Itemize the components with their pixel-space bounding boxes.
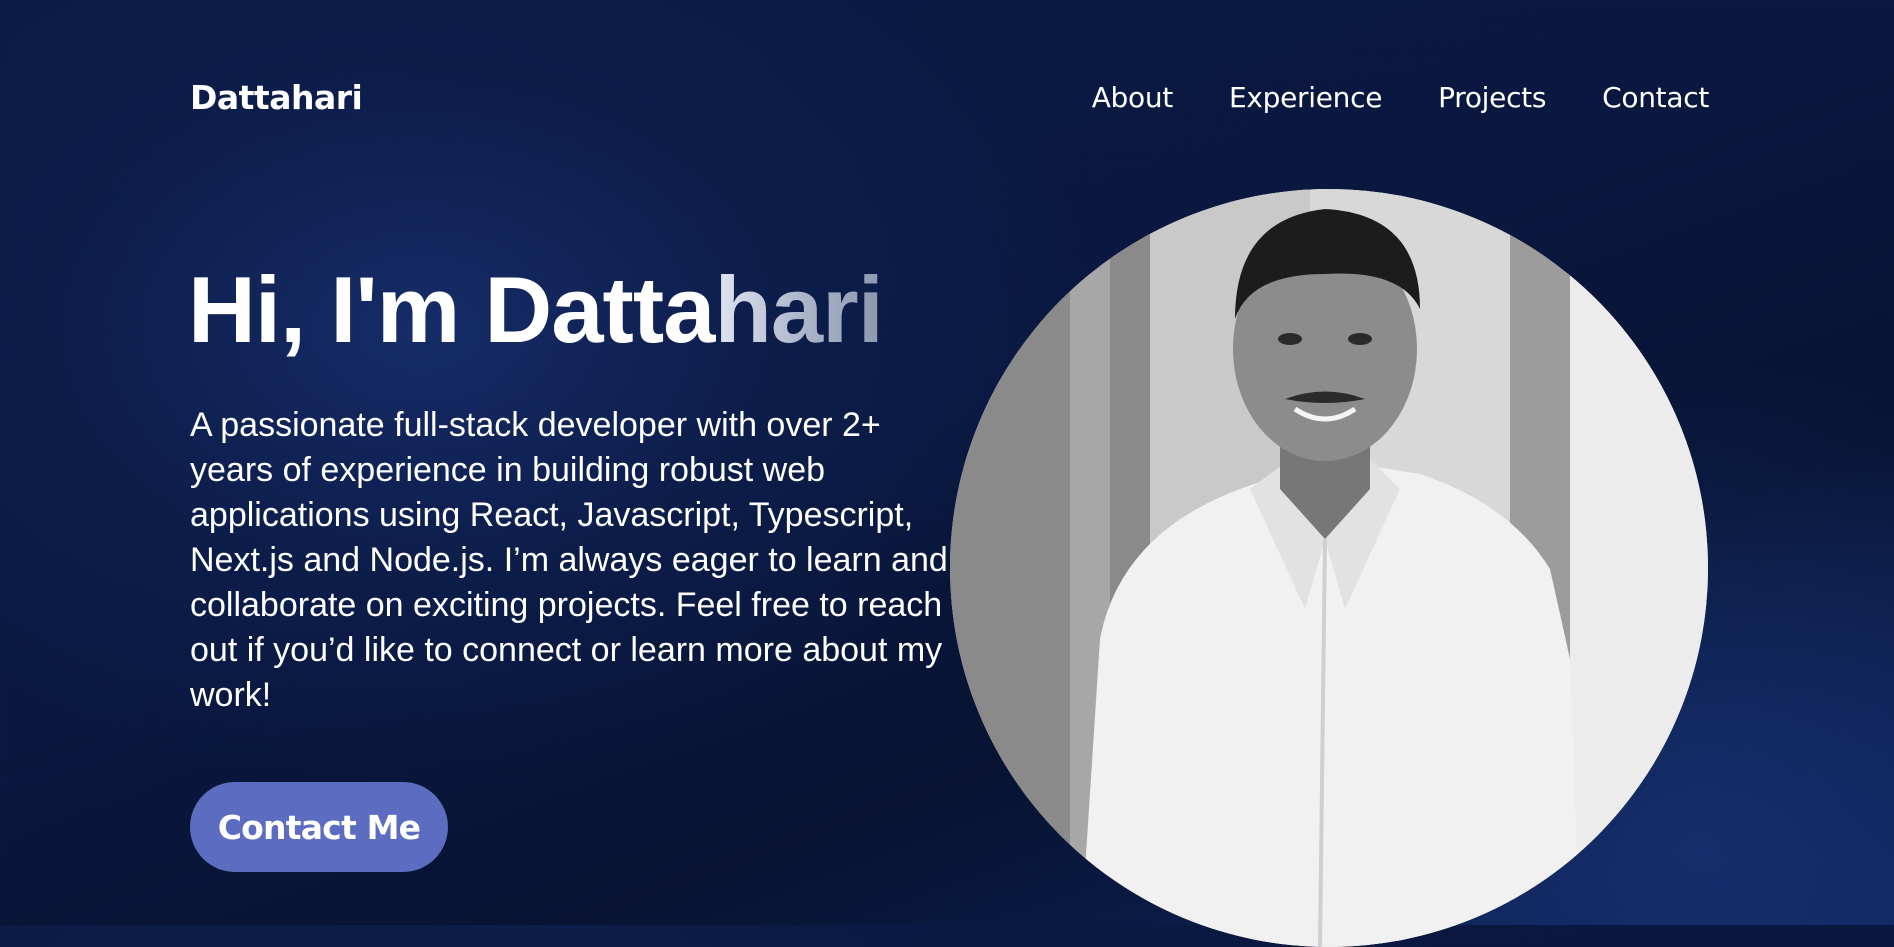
hero-title-part2: hari xyxy=(714,257,883,362)
nav-link-projects[interactable]: Projects xyxy=(1438,78,1546,118)
nav-link-contact[interactable]: Contact xyxy=(1602,78,1709,118)
brand-logo[interactable]: Dattahari xyxy=(190,76,363,120)
contact-me-button[interactable]: Contact Me xyxy=(190,782,448,872)
hero-title: Hi, I'm Dattahari xyxy=(188,255,884,365)
profile-photo-illustration xyxy=(950,189,1708,947)
hero-description: A passionate full-stack developer with o… xyxy=(190,406,948,714)
nav-link-experience[interactable]: Experience xyxy=(1229,78,1382,118)
nav-links: About Experience Projects Contact xyxy=(1092,78,1710,118)
hero-title-part1: Hi, I'm Datta xyxy=(188,257,715,362)
top-navbar: Dattahari About Experience Projects Cont… xyxy=(0,0,1894,200)
profile-photo xyxy=(950,189,1708,947)
nav-link-about[interactable]: About xyxy=(1092,78,1174,118)
